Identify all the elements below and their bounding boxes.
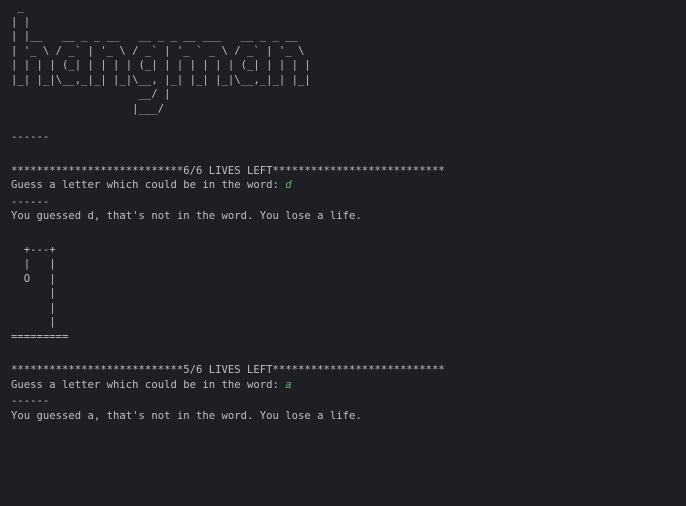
gallows-base: ========= [11, 330, 69, 343]
guess-prompt-line: Guess a letter which could be in the wor… [11, 378, 686, 393]
guess-prompt: Guess a letter which could be in the wor… [11, 378, 286, 391]
gallows-line: O | [11, 272, 56, 285]
banner-line: _ [11, 1, 24, 13]
guess-prompt: Guess a letter which could be in the wor… [11, 179, 286, 191]
terminal-output: _ | | | |__ __ _ _ __ __ _ _ __ ___ __ _… [0, 0, 686, 506]
gallows-drawing: +---+ | | O | | | | ========= [11, 243, 686, 345]
separator: ------ [11, 195, 50, 208]
gallows-line: | [11, 287, 56, 299]
guess-input[interactable]: d [285, 179, 291, 191]
lives-banner: ***************************6/6 LIVES LEF… [11, 164, 445, 177]
banner-line: __/ | [11, 88, 171, 100]
gallows-line: | [11, 316, 56, 328]
separator: ------ [11, 395, 50, 407]
lives-banner: ***************************5/6 LIVES LEF… [11, 364, 445, 376]
gallows-line: +---+ [11, 243, 56, 256]
banner-line: |___/ [11, 102, 165, 115]
gallows-line: | [11, 301, 56, 314]
banner-line: | | | | (_| | | | | (_| | | | | | | (_| … [11, 59, 311, 71]
banner-line: | |__ __ _ _ __ __ _ _ __ ___ __ _ _ __ [11, 30, 299, 42]
banner-line: | '_ \ / _` | '_ \ / _` | '_ ` _ \ / _` … [11, 44, 305, 57]
banner-line: | | [11, 15, 31, 28]
guess-prompt-line: Guess a letter which could be in the wor… [11, 178, 686, 193]
banner-line: |_| |_|\__,_|_| |_|\__, |_| |_| |_|\__,_… [11, 73, 311, 86]
guess-result: You guessed d, that's not in the word. Y… [11, 210, 362, 222]
separator: ------ [11, 131, 50, 143]
guess-input[interactable]: a [285, 379, 291, 391]
hangman-ascii-banner: _ | | | |__ __ _ _ __ __ _ _ __ ___ __ _… [11, 0, 686, 116]
guess-result: You guessed a, that's not in the word. Y… [11, 409, 362, 422]
gallows-line: | | [11, 258, 56, 270]
